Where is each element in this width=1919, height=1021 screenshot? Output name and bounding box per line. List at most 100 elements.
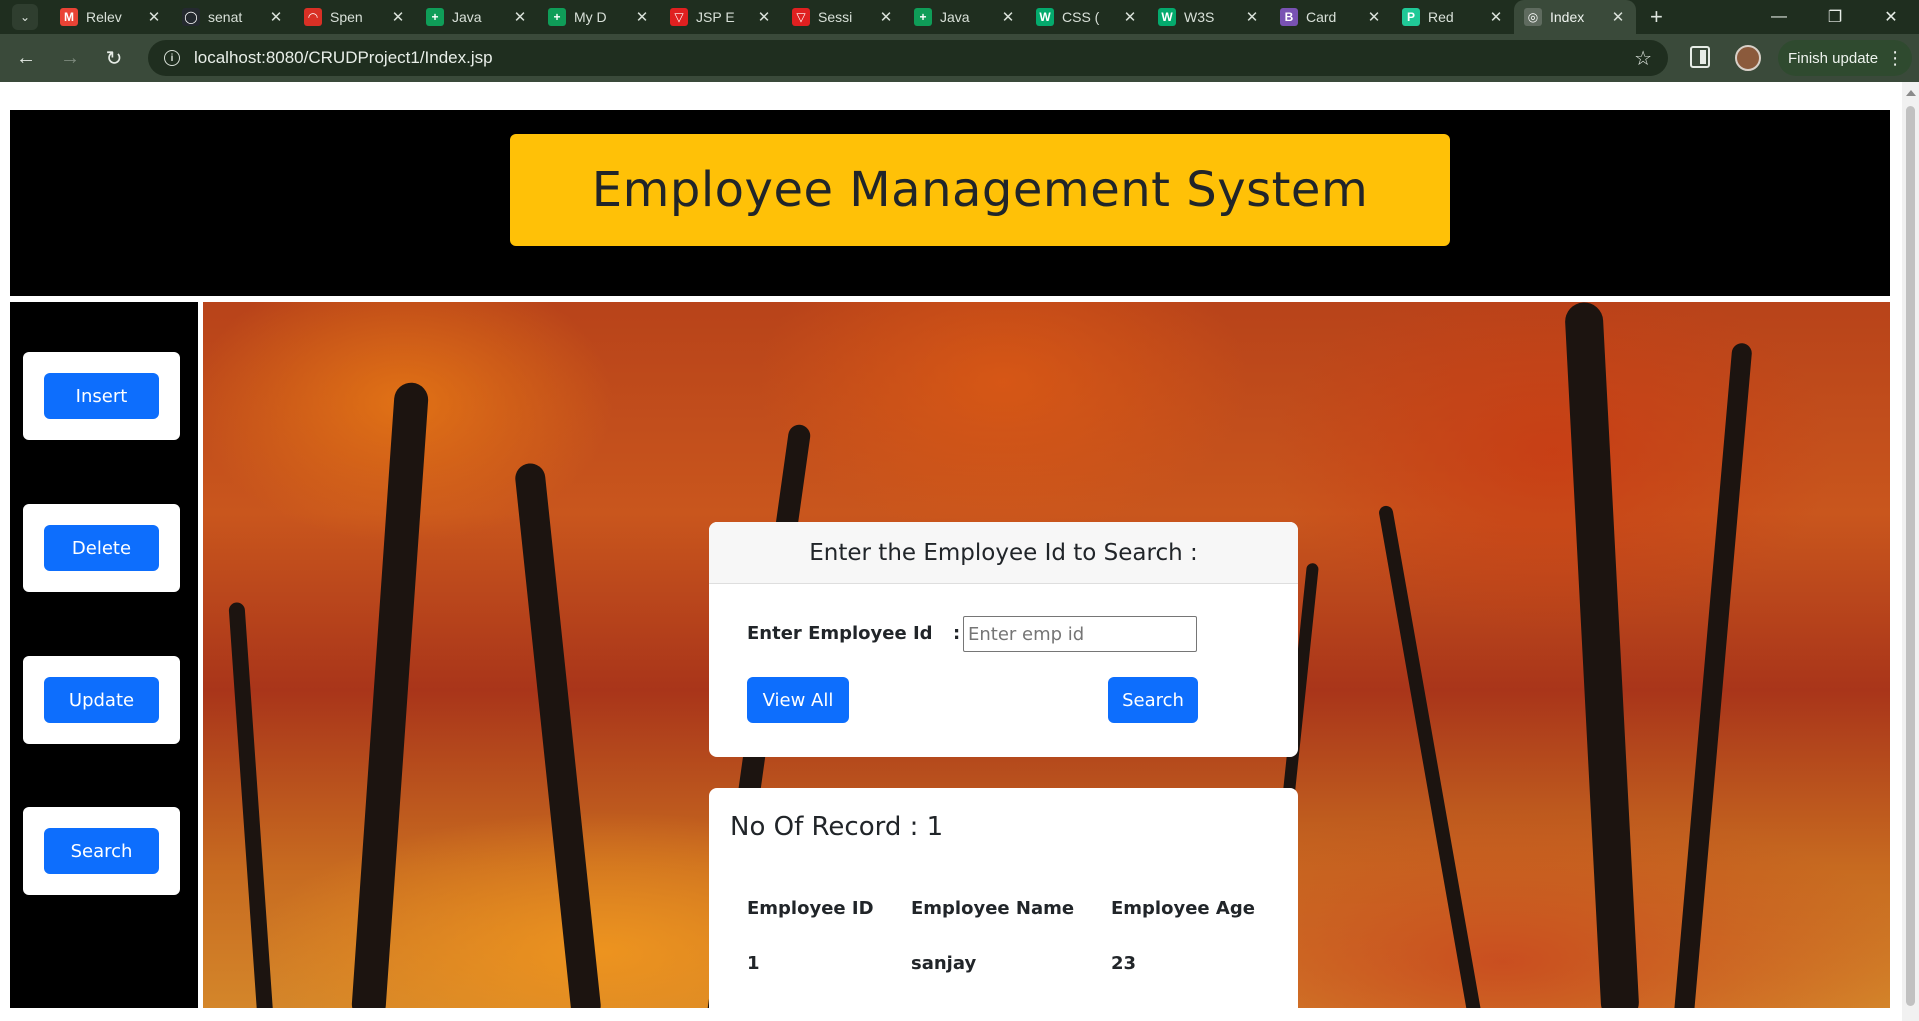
- tree-trunk: [350, 381, 430, 1008]
- new-tab-button[interactable]: +: [1650, 4, 1663, 30]
- tab-title: W3S: [1184, 9, 1215, 25]
- vercel-icon: ▽: [670, 8, 688, 26]
- close-window-icon[interactable]: ✕: [1863, 0, 1919, 34]
- employee-id-label: Enter Employee Id: [747, 623, 933, 644]
- browser-toolbar: ← → ↻ i localhost:8080/CRUDProject1/Inde…: [0, 34, 1919, 82]
- close-tab-icon[interactable]: ✕: [146, 8, 162, 26]
- reload-icon[interactable]: ↻: [96, 40, 132, 76]
- close-tab-icon[interactable]: ✕: [756, 8, 772, 26]
- close-tab-icon[interactable]: ✕: [1000, 8, 1016, 26]
- insert-button[interactable]: Insert: [44, 373, 159, 419]
- close-tab-icon[interactable]: ✕: [1244, 8, 1260, 26]
- close-tab-icon[interactable]: ✕: [1122, 8, 1138, 26]
- close-tab-icon[interactable]: ✕: [390, 8, 406, 26]
- browser-tab[interactable]: + Java ✕: [904, 0, 1026, 34]
- close-tab-icon[interactable]: ✕: [268, 8, 284, 26]
- browser-tab[interactable]: ▽ Sessi ✕: [782, 0, 904, 34]
- browser-tab[interactable]: B Card ✕: [1270, 0, 1392, 34]
- update-button[interactable]: Update: [44, 677, 159, 723]
- scroll-up-arrow-icon[interactable]: [1906, 90, 1916, 96]
- github-icon: ◯: [182, 8, 200, 26]
- scrollbar-thumb[interactable]: [1906, 106, 1915, 1006]
- browser-tab[interactable]: W W3S ✕: [1148, 0, 1270, 34]
- browser-tab[interactable]: P Red ✕: [1392, 0, 1514, 34]
- w3schools-icon: W: [1036, 8, 1054, 26]
- browser-tab[interactable]: + Java ✕: [416, 0, 538, 34]
- tree-trunk: [513, 461, 603, 1008]
- tab-title: Sessi: [818, 9, 853, 25]
- sheets-icon: +: [548, 8, 566, 26]
- browser-tab[interactable]: W CSS ( ✕: [1026, 0, 1148, 34]
- tab-title: senat: [208, 9, 243, 25]
- browser-tab[interactable]: ◠ Spen ✕: [294, 0, 416, 34]
- page-icon: P: [1402, 8, 1420, 26]
- tab-title: My D: [574, 9, 607, 25]
- search-button[interactable]: Search: [1108, 677, 1198, 723]
- delete-button[interactable]: Delete: [44, 525, 159, 571]
- profile-avatar[interactable]: [1735, 45, 1761, 71]
- browser-tab[interactable]: + My D ✕: [538, 0, 660, 34]
- tree-trunk: [1673, 342, 1753, 1008]
- address-bar[interactable]: i localhost:8080/CRUDProject1/Index.jsp …: [148, 40, 1668, 76]
- browser-tab[interactable]: ◎ Index ✕: [1514, 0, 1636, 34]
- employee-id-input[interactable]: [963, 616, 1197, 652]
- sidebar-card-update: Update: [23, 656, 180, 744]
- close-tab-icon[interactable]: ✕: [1488, 8, 1504, 26]
- close-tab-icon[interactable]: ✕: [878, 8, 894, 26]
- address-url[interactable]: localhost:8080/CRUDProject1/Index.jsp: [194, 48, 493, 68]
- browser-tab[interactable]: M Relev ✕: [50, 0, 172, 34]
- bootstrap-icon: B: [1280, 8, 1298, 26]
- back-arrow-icon[interactable]: ←: [8, 40, 44, 76]
- tab-title: Red: [1428, 9, 1454, 25]
- sidebar: Insert Delete Update Search: [10, 302, 198, 1008]
- close-tab-icon[interactable]: ✕: [1610, 8, 1626, 26]
- sidebar-card-insert: Insert: [23, 352, 180, 440]
- sidebar-card-delete: Delete: [23, 504, 180, 592]
- spend-icon: ◠: [304, 8, 322, 26]
- close-tab-icon[interactable]: ✕: [512, 8, 528, 26]
- cell-employee-age: 23: [1111, 953, 1137, 974]
- column-header-id: Employee ID: [747, 898, 874, 919]
- search-card: Enter the Employee Id to Search : Enter …: [709, 522, 1298, 757]
- tab-title: CSS (: [1062, 9, 1100, 25]
- bookmark-star-icon[interactable]: ☆: [1634, 46, 1652, 71]
- vercel-icon: ▽: [792, 8, 810, 26]
- close-tab-icon[interactable]: ✕: [634, 8, 650, 26]
- page-header: Employee Management System: [10, 110, 1890, 296]
- tab-list: M Relev ✕ ◯ senat ✕ ◠ Spen ✕ + Java ✕ + My D ✕ ▽ JSP E ✕ ▽…: [50, 0, 1636, 34]
- gmail-icon: M: [60, 8, 78, 26]
- close-tab-icon[interactable]: ✕: [1366, 8, 1382, 26]
- finish-update-button[interactable]: Finish update ⋮: [1778, 40, 1912, 76]
- search-card-heading: Enter the Employee Id to Search :: [709, 522, 1298, 584]
- view-all-button[interactable]: View All: [747, 677, 849, 723]
- more-menu-icon[interactable]: ⋮: [1886, 48, 1904, 69]
- record-count: No Of Record : 1: [730, 812, 944, 842]
- site-info-icon[interactable]: i: [164, 50, 180, 66]
- side-panel-icon[interactable]: [1690, 46, 1710, 68]
- sidebar-card-search: Search: [23, 807, 180, 895]
- forward-arrow-icon[interactable]: →: [52, 40, 88, 76]
- column-header-age: Employee Age: [1111, 898, 1255, 919]
- window-controls: — ❐ ✕: [1751, 0, 1919, 34]
- cell-employee-id: 1: [747, 953, 760, 974]
- results-card: No Of Record : 1 Employee ID Employee Na…: [709, 788, 1298, 1016]
- minimize-icon[interactable]: —: [1751, 0, 1807, 34]
- tab-title: JSP E: [696, 9, 735, 25]
- tree-trunk: [228, 601, 274, 1008]
- tab-title: Relev: [86, 9, 122, 25]
- tab-title: Java: [940, 9, 970, 25]
- browser-tab-strip: ⌄ M Relev ✕ ◯ senat ✕ ◠ Spen ✕ + Java ✕ + My D ✕ ▽ JSP E…: [0, 0, 1919, 34]
- cell-employee-name: sanjay: [911, 953, 977, 974]
- tab-title: Spen: [330, 9, 363, 25]
- title-banner: Employee Management System: [510, 134, 1450, 246]
- tab-search-button[interactable]: ⌄: [12, 4, 38, 30]
- sidebar-search-button[interactable]: Search: [44, 828, 159, 874]
- tab-title: Index: [1550, 9, 1585, 25]
- browser-tab[interactable]: ◯ senat ✕: [172, 0, 294, 34]
- sheets-icon: +: [914, 8, 932, 26]
- column-header-name: Employee Name: [911, 898, 1075, 919]
- restore-icon[interactable]: ❐: [1807, 0, 1863, 34]
- browser-tab[interactable]: ▽ JSP E ✕: [660, 0, 782, 34]
- page-scrollbar[interactable]: [1902, 82, 1919, 1021]
- label-colon: :: [953, 623, 961, 644]
